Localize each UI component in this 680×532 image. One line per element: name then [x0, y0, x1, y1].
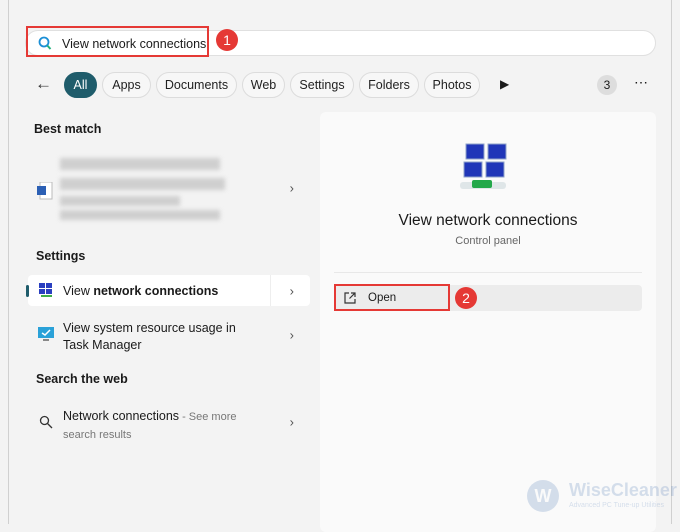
chevron-right-icon: ›	[289, 180, 294, 196]
detail-title: View network connections	[398, 212, 578, 229]
tab-folders[interactable]: Folders	[359, 72, 419, 98]
chevron-right-icon: ›	[289, 327, 294, 343]
task-manager-icon	[38, 327, 54, 341]
tab-all[interactable]: All	[64, 72, 97, 98]
web-item-label: Network connections	[63, 409, 180, 423]
filter-bar: ← All Apps Documents Web Settings Folder…	[30, 72, 656, 98]
callout-box-1	[26, 26, 209, 57]
play-icon[interactable]: ▶	[500, 77, 509, 91]
tab-documents[interactable]: Documents	[156, 72, 237, 98]
callout-box-2	[334, 284, 450, 311]
best-match-heading: Best match	[34, 122, 102, 136]
settings-heading: Settings	[36, 249, 86, 263]
search-web-heading: Search the web	[36, 372, 128, 386]
tab-settings[interactable]: Settings	[290, 72, 354, 98]
detail-pane: View network connections Control panel O…	[320, 112, 656, 532]
settings-item-task-manager[interactable]: View system resource usage in Task Manag…	[28, 316, 310, 354]
callout-badge-1: 1	[216, 29, 238, 51]
chevron-right-icon[interactable]: ›	[290, 283, 294, 298]
tab-photos[interactable]: Photos	[424, 72, 480, 98]
word-document-icon	[37, 182, 53, 200]
callout-badge-2: 2	[455, 287, 477, 309]
network-connections-large-icon	[460, 143, 507, 189]
detail-subtitle: Control panel	[455, 235, 521, 247]
result-count-badge: 3	[597, 75, 617, 95]
arrow-left-icon[interactable]: ←	[35, 74, 52, 94]
watermark-brand: WiseCleaner	[569, 480, 677, 500]
tab-apps[interactable]: Apps	[102, 72, 151, 98]
divider	[334, 272, 642, 273]
watermark-tagline: Advanced PC Tune-up Utilities	[569, 502, 664, 509]
ellipsis-icon[interactable]: ⋯	[634, 74, 648, 91]
settings-item-label: View system resource usage in	[63, 321, 236, 335]
settings-item-label-bold: network connections	[93, 284, 219, 298]
web-item-line2: search results	[63, 429, 132, 441]
best-match-item[interactable]: ›	[28, 150, 310, 226]
chevron-right-icon: ›	[289, 414, 294, 430]
settings-item-label-line2: Task Manager	[63, 338, 142, 352]
tab-web[interactable]: Web	[242, 72, 285, 98]
web-item-suffix: - See more	[179, 411, 237, 423]
settings-item-label-prefix: View	[63, 284, 94, 298]
search-icon	[39, 415, 53, 429]
network-connections-icon	[39, 283, 52, 297]
web-search-item[interactable]: Network connections - See more search re…	[28, 402, 310, 442]
selection-indicator	[26, 285, 29, 297]
settings-item-view-network-connections[interactable]: View network connections ›	[26, 275, 310, 306]
wisecleaner-logo: W	[527, 480, 559, 512]
